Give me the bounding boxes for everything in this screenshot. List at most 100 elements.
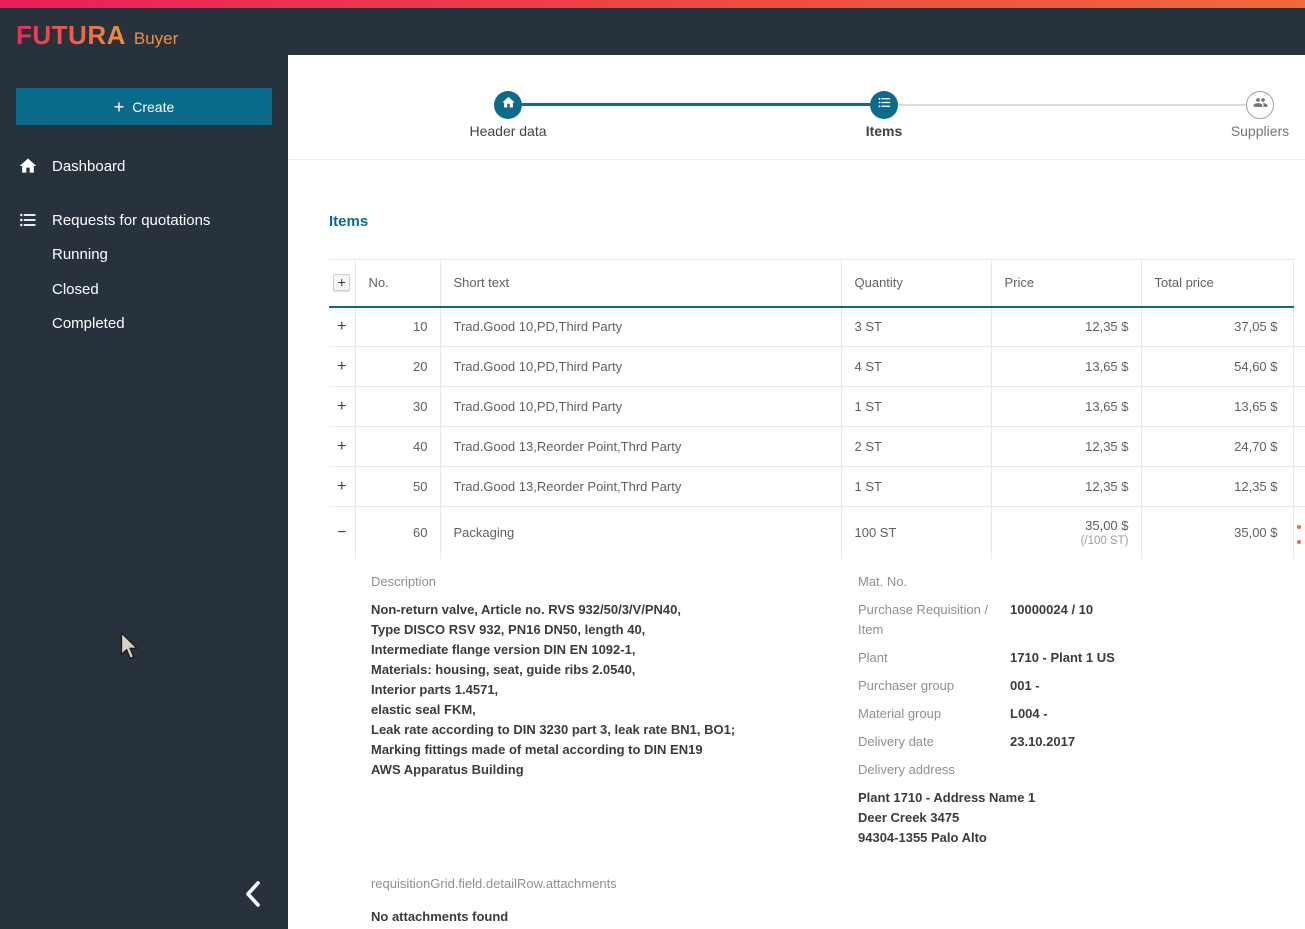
table-row: + 20 Trad.Good 10,PD,Third Party 4 ST 13… [329,346,1305,387]
expand-row-button[interactable]: + [329,466,356,507]
cell-price: 12,35 $ [991,466,1142,507]
sidebar-subitem-completed[interactable]: Completed [52,309,272,337]
expand-row-button[interactable]: + [329,386,356,427]
collapse-row-button[interactable]: − [329,506,356,559]
field-purchase-requisition: Purchase Requisition / Item 10000024 / 1… [858,601,1094,637]
clipped-orange-icon [1296,540,1301,544]
description-text: Non-return valve, Article no. RVS 932/50… [371,601,736,777]
home-icon [501,95,516,115]
items-table: + No. Short text Quantity Price Total pr… [329,259,1305,927]
step-label-header-data: Header data [469,123,547,139]
cell-no: 50 [355,466,441,507]
stepper-connector-upcoming [898,104,1246,106]
delivery-address: Plant 1710 - Address Name 1 Deer Creek 3… [858,789,1036,845]
column-header-price: Price [991,259,1142,308]
cell-total-price: 13,65 $ [1141,386,1294,427]
sidebar-subitem-closed[interactable]: Closed [52,275,272,303]
cell-price: 13,65 $ [991,386,1142,427]
column-header-short-text: Short text [440,259,842,308]
cell-no: 40 [355,426,441,467]
field-mat-no: Mat. No. [858,573,908,589]
field-material-group: Material group L004 - [858,705,1048,721]
items-section-title: Items [329,213,369,230]
cell-price: 12,35 $ [991,306,1142,347]
attachments-section: requisitionGrid.field.detailRow.attachme… [371,874,858,927]
cell-quantity: 1 ST [841,466,992,507]
list-icon [877,95,892,115]
sidebar: FUTURA Buyer + Create Dashboard Requests… [0,8,288,929]
sidebar-subitem-running[interactable]: Running [52,240,272,268]
column-header-extra [1293,259,1305,307]
step-items[interactable] [870,91,898,119]
cell-short-text: Trad.Good 13,Reorder Point,Thrd Party [440,466,842,507]
sidebar-collapse-button[interactable] [236,877,272,913]
plus-icon: + [113,96,125,117]
expand-row-button[interactable]: + [329,306,356,347]
brand-name: FUTURA [16,20,126,50]
attachments-label: requisitionGrid.field.detailRow.attachme… [371,875,617,891]
price-unit: (/100 ST) [1080,535,1129,548]
people-icon [1253,95,1268,115]
home-icon [18,156,38,176]
expand-row-button[interactable]: + [329,346,356,387]
create-button-label: Create [132,98,175,115]
cell-extra [1293,507,1305,559]
cell-no: 20 [355,346,441,387]
wizard-stepper: Header data Items Suppliers [288,55,1305,160]
step-header-data[interactable] [494,91,522,119]
table-row: + 30 Trad.Good 10,PD,Third Party 1 ST 13… [329,386,1305,427]
top-gradient-bar [0,0,1305,8]
step-label-items: Items [865,123,903,139]
cell-total-price: 24,70 $ [1141,426,1294,467]
field-plant: Plant 1710 - Plant 1 US [858,649,1115,665]
table-row: + 50 Trad.Good 13,Reorder Point,Thrd Par… [329,466,1305,507]
table-row: + 40 Trad.Good 13,Reorder Point,Thrd Par… [329,426,1305,467]
cell-short-text: Packaging [440,506,842,559]
cell-extra [1293,426,1305,467]
column-header-no: No. [355,259,441,308]
step-label-suppliers: Suppliers [1230,123,1290,139]
item-detail-fields: Mat. No. Purchase Requisition / Item 100… [858,572,1305,927]
cell-quantity: 4 ST [841,346,992,387]
cell-no: 10 [355,306,441,347]
cell-total-price: 54,60 $ [1141,346,1294,387]
add-item-button[interactable]: + [333,274,351,292]
cell-extra [1293,346,1305,387]
main-content: Header data Items Suppliers Items + No. … [288,55,1305,929]
field-purchaser-group: Purchaser group 001 - [858,677,1040,693]
sidebar-item-requests-for-quotations[interactable]: Requests for quotations [0,205,288,235]
cell-extra [1293,306,1305,347]
sidebar-subitem-label: Running [52,245,108,263]
cell-short-text: Trad.Good 10,PD,Third Party [440,386,842,427]
cell-price: 12,35 $ [991,426,1142,467]
cell-total-price: 37,05 $ [1141,306,1294,347]
clipped-orange-icon [1296,525,1301,529]
table-row-expanded: − 60 Packaging 100 ST 35,00 $ (/100 ST) … [329,506,1305,559]
cell-short-text: Trad.Good 10,PD,Third Party [440,346,842,387]
sidebar-item-dashboard[interactable]: Dashboard [0,151,288,181]
attachments-empty-message: No attachments found [371,908,509,924]
cell-extra [1293,466,1305,507]
create-button[interactable]: + Create [16,88,272,125]
table-header-row: + No. Short text Quantity Price Total pr… [329,259,1305,308]
cell-price: 13,65 $ [991,346,1142,387]
cell-no: 30 [355,386,441,427]
cell-no: 60 [355,506,441,559]
cell-price: 35,00 $ (/100 ST) [991,506,1142,559]
step-suppliers[interactable] [1246,91,1274,119]
column-header-quantity: Quantity [841,259,992,308]
sidebar-subitem-label: Closed [52,280,99,298]
cell-extra [1293,386,1305,427]
description-label: Description [371,573,437,589]
cell-short-text: Trad.Good 10,PD,Third Party [440,306,842,347]
app-logo: FUTURA Buyer [16,20,178,51]
cell-total-price: 35,00 $ [1141,506,1294,559]
cell-quantity: 100 ST [841,506,992,559]
table-row: + 10 Trad.Good 10,PD,Third Party 3 ST 12… [329,306,1305,347]
sidebar-item-label: Requests for quotations [52,211,211,229]
cell-total-price: 12,35 $ [1141,466,1294,507]
chevron-left-icon [243,880,265,911]
expand-row-button[interactable]: + [329,426,356,467]
brand-suffix: Buyer [133,29,179,48]
cell-quantity: 3 ST [841,306,992,347]
